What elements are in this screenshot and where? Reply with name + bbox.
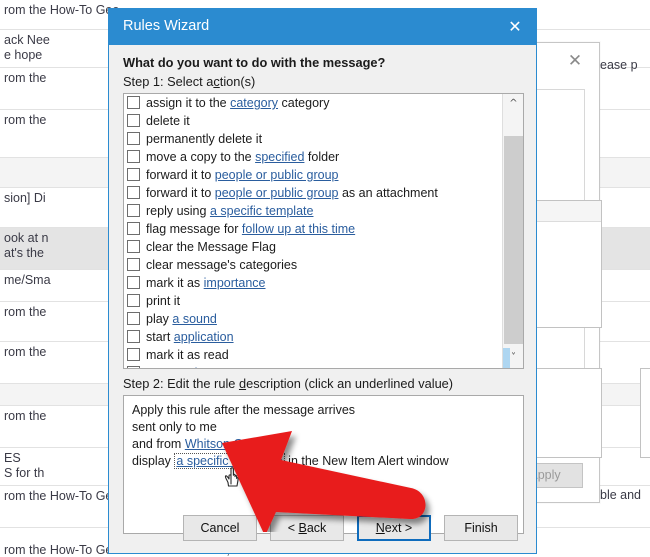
action-checkbox[interactable] [127, 348, 140, 361]
scroll-down-icon[interactable]: ˅ [503, 348, 523, 368]
action-checkbox[interactable] [127, 258, 140, 271]
message-row-text: rom the [4, 409, 47, 423]
action-item[interactable]: mark it as importance [124, 274, 503, 292]
action-checkbox[interactable] [127, 96, 140, 109]
screenshot-root: rom the How-To Gee ack Nee e hope rom th… [0, 0, 650, 557]
action-item[interactable]: mark it as read [124, 346, 503, 364]
actions-listbox[interactable]: assign it to the category category delet… [123, 93, 524, 369]
action-item[interactable]: move a copy to the specified folder [124, 148, 503, 166]
action-item[interactable]: forward it to people or public group as … [124, 184, 503, 202]
action-link[interactable]: a sound [172, 312, 216, 326]
scrollbar-thumb[interactable] [504, 136, 523, 344]
action-checkbox[interactable] [127, 132, 140, 145]
message-row-text: rom the [4, 345, 47, 359]
action-link[interactable]: people or public group [215, 186, 339, 200]
action-item[interactable]: run a script [124, 364, 503, 368]
wizard-title: Rules Wizard [123, 18, 210, 34]
step2-label: Step 2: Edit the rule description (click… [123, 376, 454, 391]
close-icon[interactable]: ✕ [565, 51, 585, 71]
action-item[interactable]: reply using a specific template [124, 202, 503, 220]
action-link[interactable]: people or public group [215, 168, 339, 182]
action-item[interactable]: permanently delete it [124, 130, 503, 148]
message-row-text: rom the [4, 71, 47, 85]
action-item[interactable]: forward it to people or public group [124, 166, 503, 184]
step1-label: Step 1: Select action(s) [123, 74, 256, 89]
action-item[interactable]: delete it [124, 112, 503, 130]
action-item[interactable]: flag message for follow up at this time [124, 220, 503, 238]
message-row-text: ack Nee [4, 33, 50, 47]
close-icon[interactable]: ✕ [500, 13, 530, 41]
action-item[interactable]: start application [124, 328, 503, 346]
wizard-titlebar: Rules Wizard ✕ [109, 9, 536, 45]
action-link[interactable]: follow up at this time [242, 222, 355, 236]
finish-button[interactable]: Finish [444, 515, 518, 541]
action-checkbox[interactable] [127, 276, 140, 289]
action-link[interactable]: a script [168, 366, 208, 368]
message-row-text: rom the [4, 113, 47, 127]
action-item[interactable]: print it [124, 292, 503, 310]
message-row-text: ook at n [4, 231, 49, 245]
action-checkbox[interactable] [127, 312, 140, 325]
action-item[interactable]: play a sound [124, 310, 503, 328]
actions-list: assign it to the category category delet… [124, 94, 503, 368]
action-checkbox[interactable] [127, 294, 140, 307]
action-item[interactable]: clear the Message Flag [124, 238, 503, 256]
action-link[interactable]: category [230, 96, 278, 110]
message-row-text: rom the How-To Gee [4, 3, 120, 17]
desc-line-1: Apply this rule after the message arrive… [132, 403, 356, 417]
background-side-panel [640, 368, 650, 458]
action-link[interactable]: importance [204, 276, 266, 290]
action-checkbox[interactable] [127, 222, 140, 235]
action-link[interactable]: a specific template [210, 204, 314, 218]
action-item[interactable]: clear message's categories [124, 256, 503, 274]
preview-fragment-1: ease p [600, 58, 638, 72]
message-row-text: ES [4, 451, 21, 465]
action-checkbox[interactable] [127, 186, 140, 199]
message-row-text: me/Sma [4, 273, 51, 287]
message-row-text: rom the [4, 305, 47, 319]
wizard-question: What do you want to do with the message? [123, 55, 386, 70]
message-row-text: rom the How-To Gee [4, 489, 120, 503]
message-row-text: sion] Di [4, 191, 46, 205]
actions-scrollbar[interactable]: ^ ˅ [502, 94, 523, 368]
preview-fragment-2: ble and [600, 488, 642, 502]
action-checkbox[interactable] [127, 240, 140, 253]
action-checkbox[interactable] [127, 150, 140, 163]
action-link[interactable]: application [174, 330, 234, 344]
action-checkbox[interactable] [127, 330, 140, 343]
action-checkbox[interactable] [127, 168, 140, 181]
action-checkbox[interactable] [127, 114, 140, 127]
action-checkbox[interactable] [127, 366, 140, 368]
action-checkbox[interactable] [127, 204, 140, 217]
scroll-up-icon[interactable]: ^ [503, 94, 523, 114]
action-item[interactable]: assign it to the category category [124, 94, 503, 112]
action-link[interactable]: specified [255, 150, 304, 164]
red-arrow-annotation [193, 424, 443, 536]
